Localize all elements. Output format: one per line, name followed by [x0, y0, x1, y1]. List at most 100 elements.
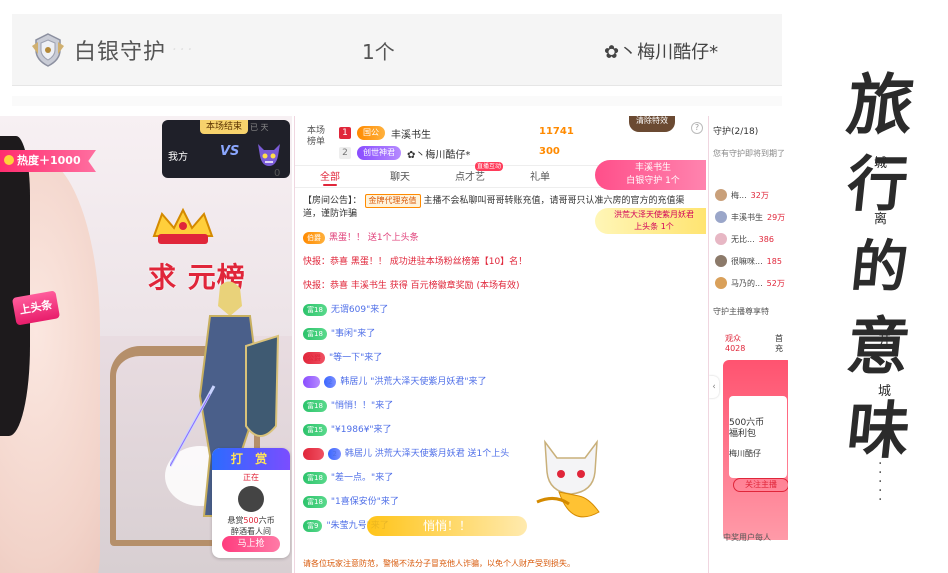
reward-amount: 悬赏500六币 [212, 515, 290, 526]
tab-gift-list[interactable]: 礼单 [505, 168, 575, 187]
rank-number: 1 [339, 127, 351, 139]
anti-fraud-note: 请各位玩家注意防范，警惕不法分子冒充他人诈骗，以免个人财产受到损失。 [303, 559, 575, 568]
agent-recharge-tag[interactable]: 金牌代理充值 [364, 194, 421, 208]
pk-score: 0 [274, 168, 281, 179]
silver-guard-badge-icon [32, 33, 64, 67]
headline-gift-float-card: 洪荒大泽天使紫月妖君 上头条 1个 [595, 208, 706, 234]
reward-user-avatar [238, 486, 264, 512]
reward-amount-value: 500 [243, 516, 259, 525]
first-recharge-tab[interactable]: 首充 [775, 334, 788, 354]
list-item: 快报：恭喜 黑蛋！！ 成功进驻本场粉丝榜第【10】名！ [303, 256, 699, 268]
list-item: 富18 无谓609"来了 [303, 304, 699, 316]
message-text: 快报：恭喜 丰溪书生 获得 百元榜徽章奖励 (本场有效) [303, 281, 520, 291]
tab-all[interactable]: 全部 [295, 168, 365, 187]
chat-panel: 本场榜单 1 国公 丰溪书生 11741 2 创世神君 ✿丶梅川酷仔* 300 … [294, 116, 706, 573]
promo-footer: 中奖用户每人 [723, 533, 771, 542]
tab-guards[interactable]: 守护(2/18) [713, 124, 758, 137]
message-text: "等一下"来了 [329, 353, 383, 363]
guard-expiry-hint[interactable]: 您有守护即将到期了 [713, 148, 785, 159]
guard-list-item[interactable]: 无比... 386 [715, 232, 774, 246]
audience-label: 观众 [725, 334, 741, 343]
message-text: 无谓609"来了 [330, 305, 389, 315]
user-level-pill: 富18 [303, 400, 327, 412]
rank-score-1: 11741 [539, 126, 574, 137]
heat-banner[interactable]: 热度＋1000 [0, 150, 96, 172]
message-text: "悄悄！！"来了 [330, 401, 394, 411]
rank-score-2: 300 [539, 146, 560, 157]
message-text: 韩居儿 "洪荒大泽天使紫月妖君"来了 [340, 377, 487, 387]
guard-gift-float-card: 丰溪书生 白银守护 1个 [595, 160, 706, 190]
message-text: "¥1986¥"来了 [330, 425, 392, 435]
audience-count: 4028 [725, 344, 746, 353]
help-icon[interactable]: ? [691, 122, 703, 134]
tab-chat[interactable]: 聊天 [365, 168, 435, 187]
guard-crown-effect-icon [152, 207, 214, 244]
reward-amount-suffix: 六币 [258, 516, 275, 525]
list-item: 快报：恭喜 丰溪书生 获得 百元榜徽章奖励 (本场有效) [303, 280, 699, 292]
new-badge: 直播互动 [475, 162, 504, 171]
live-video-area[interactable]: 热度＋1000 本场结束 已 天 我方 VS 0 求 元榜 上头条 打 赏 正在… [0, 116, 292, 573]
message-text: 快报：恭喜 黑蛋！！ 成功进驻本场粉丝榜第【10】名！ [303, 257, 528, 267]
calligraphy-dots: · · · · · [878, 456, 883, 508]
list-item: 富15 "¥1986¥"来了 [303, 424, 699, 436]
grab-reward-button[interactable]: 马上抢 [222, 536, 280, 552]
heat-label: 热度＋1000 [17, 154, 81, 167]
guard-list-item[interactable]: 很嘛咪... 185 [715, 254, 782, 268]
list-item: 富18 "事闲"来了 [303, 328, 699, 340]
calligraphy-char: 的 [848, 234, 911, 300]
rank-title-pill: 国公 [357, 126, 385, 140]
pk-status-tag: 本场结束 [200, 120, 249, 134]
guard-list-item[interactable]: 丰溪书生 29万 [715, 210, 785, 224]
guard-privilege-link[interactable]: 守护主播尊享特 [713, 306, 769, 317]
right-side-panel: 守护(2/18) 您有守护即将到期了 梅... 32万 丰溪书生 29万 无比...… [708, 116, 788, 573]
list-item: 富18 "悄悄！！"来了 [303, 400, 699, 412]
avatar [715, 211, 727, 223]
pk-my-side-label: 我方 [168, 152, 188, 163]
promo-amount: 500六币 福利包 [729, 418, 764, 440]
clear-effects-button[interactable]: 清除特效 [629, 116, 675, 132]
guard-name: 很嘛咪... [731, 256, 763, 266]
avatar [715, 255, 727, 267]
chat-message-list[interactable]: 【房间公告】： 金牌代理充值 主播不会私聊叫哥哥转账充值，请哥哥只认准六房的官方的充… [295, 192, 706, 552]
message-text: "事闲"来了 [330, 329, 376, 339]
user-level-pill: 富18 [303, 496, 327, 508]
guard-name: 无比... [731, 234, 755, 244]
rank-row-2[interactable]: 2 创世神君 ✿丶梅川酷仔* [339, 144, 470, 162]
list-item: 富18 "差一点。"来了 [303, 472, 699, 484]
guard-score: 185 [766, 256, 782, 266]
opponent-monster-icon [258, 144, 280, 166]
tab-talent[interactable]: 点才艺 直播互动 [435, 162, 505, 187]
tab-talent-label: 点才艺 [455, 172, 485, 183]
list-item: 2 韩居儿 洪荒大泽天使紫月妖君 送1个上头 [303, 448, 699, 460]
user-level-pill: 伯爵 [303, 232, 325, 244]
reward-title: 打 赏 [212, 448, 290, 470]
user-level-pill: 富18 [303, 304, 327, 316]
divider [12, 96, 782, 106]
pk-battle-panel[interactable]: 本场结束 已 天 我方 VS [162, 120, 290, 178]
guard-list-item[interactable]: 马乃的... 52万 [715, 276, 785, 290]
guard-list-item[interactable]: 梅... 32万 [715, 188, 769, 202]
audience-tab[interactable]: 观众 4028 [725, 334, 745, 354]
user-level-pill [303, 448, 325, 460]
calligraphy-small-char: 离 [874, 212, 888, 227]
guard-name: 马乃的... [731, 278, 763, 288]
list-item: 富18 "1喜保安份"来了 [303, 496, 699, 508]
rank-title-pill: 创世神君 [357, 146, 401, 160]
pk-vs-label: VS [220, 144, 240, 159]
rank-row-1[interactable]: 1 国公 丰溪书生 [339, 124, 431, 142]
calligraphy-small-char: 开 [878, 334, 892, 349]
message-text: "1喜保安份"来了 [330, 497, 399, 507]
guard-user-name[interactable]: ✿丶梅川酷仔* [604, 38, 718, 64]
guard-name: 梅... [731, 190, 747, 200]
gift-toast: 悄悄！！ [367, 516, 527, 536]
follow-streamer-button[interactable]: 关注主播 [733, 478, 788, 492]
float-card-gift: 白银守护 1个 [626, 176, 680, 186]
rank-user-name: 丰溪书生 [391, 129, 431, 141]
calligraphy-small-char: 城 [878, 384, 892, 399]
session-rank-board[interactable]: 本场榜单 1 国公 丰溪书生 11741 2 创世神君 ✿丶梅川酷仔* 300 … [295, 116, 706, 166]
reward-card[interactable]: 打 赏 正在 悬赏500六币 醉酒看人间 马上抢 [212, 448, 290, 558]
streamer-hair [0, 136, 30, 436]
collapse-arrow-icon[interactable]: ‹ [709, 376, 719, 398]
message-text: 黑蛋！！ 送1个上头条 [329, 233, 419, 243]
rank-board-label: 本场榜单 [307, 126, 326, 147]
